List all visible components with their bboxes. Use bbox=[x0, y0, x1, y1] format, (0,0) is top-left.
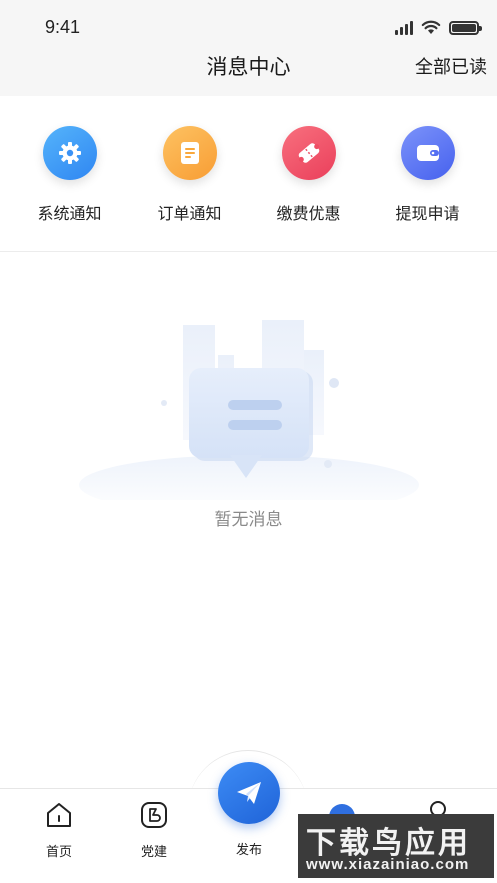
mark-all-read-button[interactable]: 全部已读 bbox=[415, 53, 487, 79]
home-icon bbox=[47, 803, 71, 827]
party-icon bbox=[141, 802, 167, 828]
empty-state-text: 暂无消息 bbox=[214, 510, 283, 529]
tab-party[interactable]: 党建 bbox=[114, 800, 194, 860]
status-time: 9:41 bbox=[45, 17, 81, 37]
tab-party-label: 党建 bbox=[140, 844, 167, 859]
publish-label: 发布 bbox=[235, 842, 262, 857]
status-icons bbox=[395, 20, 482, 35]
paper-plane-icon bbox=[237, 782, 261, 804]
tab-home[interactable]: 首页 bbox=[19, 800, 99, 860]
category-label: 缴费优惠 bbox=[276, 206, 341, 223]
wifi-icon bbox=[421, 20, 441, 34]
empty-state-illustration bbox=[0, 300, 497, 515]
coupon-icon bbox=[281, 126, 336, 180]
battery-icon bbox=[449, 20, 482, 35]
category-label: 提现申请 bbox=[395, 206, 460, 223]
watermark-url: www.xiazainiao.com bbox=[306, 856, 470, 873]
gear-icon bbox=[42, 126, 97, 180]
category-row: 系统通知 订单通知 缴费优惠 提现申请 bbox=[0, 96, 497, 252]
category-system-notice[interactable]: 系统通知 bbox=[10, 126, 129, 224]
publish-button[interactable] bbox=[218, 762, 280, 824]
top-bar: 9:41 消息中心 全部已读 bbox=[0, 0, 497, 96]
category-label: 系统通知 bbox=[37, 206, 102, 223]
category-order-notice[interactable]: 订单通知 bbox=[130, 126, 249, 224]
category-withdraw-request[interactable]: 提现申请 bbox=[368, 126, 487, 224]
category-label: 订单通知 bbox=[157, 206, 222, 223]
document-icon bbox=[162, 126, 217, 180]
signal-icon bbox=[395, 20, 413, 35]
watermark: 下载鸟应用 www.xiazainiao.com bbox=[298, 814, 494, 878]
category-payment-discount[interactable]: 缴费优惠 bbox=[249, 126, 368, 224]
wallet-icon bbox=[400, 126, 455, 180]
tab-home-label: 首页 bbox=[45, 844, 72, 859]
